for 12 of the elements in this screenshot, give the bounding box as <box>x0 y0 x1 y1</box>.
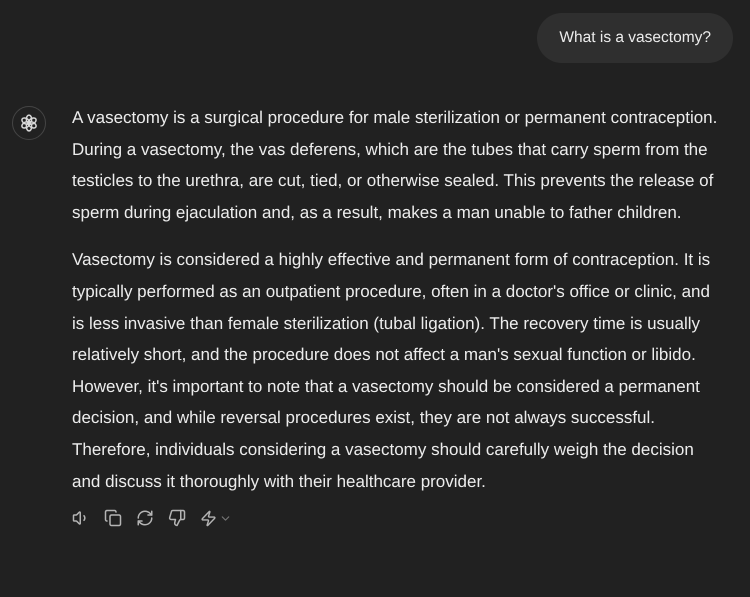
thumbs-down-icon <box>168 509 186 528</box>
copy-button[interactable] <box>104 509 122 528</box>
response-paragraph: A vasectomy is a surgical procedure for male sterilization or permanent contraception. During a vasectomy, the vas deferens, which are the tubes that carry sperm from the testicles to the urethra, are cut, tied, or otherwise sealed. This prevents the release of sperm during ejaculation and, as a result, makes a man unable to father children. <box>72 107 718 224</box>
refresh-button[interactable] <box>136 509 154 528</box>
refresh-icon <box>136 509 154 528</box>
model-switch-button[interactable] <box>200 510 232 527</box>
lightning-icon <box>200 510 217 527</box>
logo-icon <box>19 113 39 133</box>
thumbs-down-button[interactable] <box>168 509 186 528</box>
copy-icon <box>104 509 122 528</box>
user-message: What is a vasectomy? <box>537 13 733 63</box>
response-paragraph: Vasectomy is considered a highly effective and permanent form of contraception. It is typically performed as an outpatient procedure, often in a doctor's office or clinic, and is less invasive than female sterilization (tubal ligation). The recovery time is usually relatively short, and the procedure does not affect a man's sexual function or libido. However, it's important to note that a vasectomy should be considered a permanent decision, and while reversal procedures exist, they are not always successful. Therefore, individuals considering a vasectomy should carefully weigh the decision and discuss it thoroughly with their healthcare provider. <box>72 249 712 493</box>
